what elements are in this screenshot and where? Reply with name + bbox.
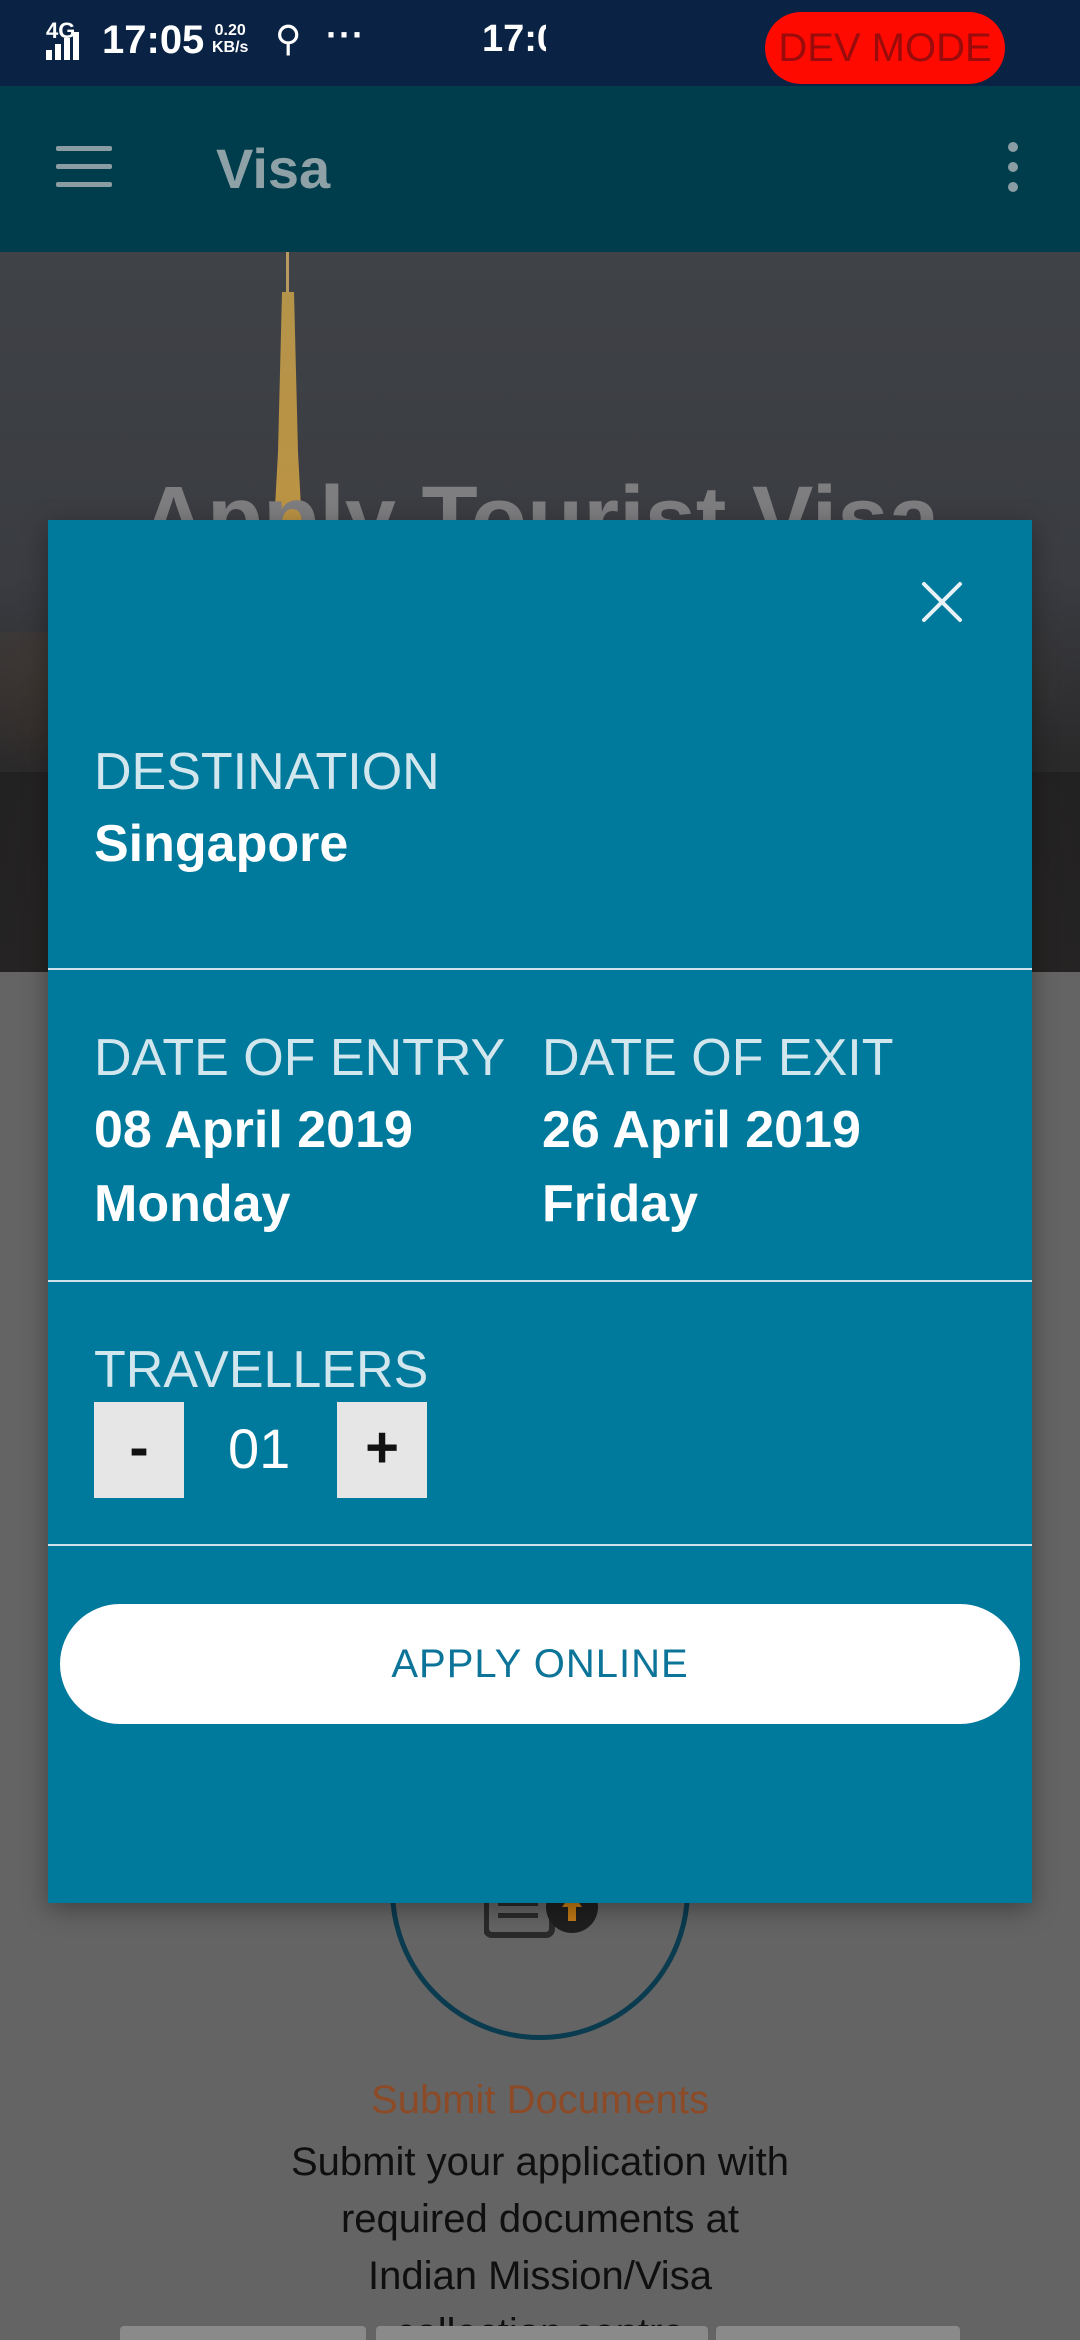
travellers-label: TRAVELLERS xyxy=(94,1341,429,1399)
date-of-exit-label: DATE OF EXIT xyxy=(542,1029,894,1087)
status-time: 17:05 xyxy=(102,18,205,62)
apply-online-button[interactable]: APPLY ONLINE xyxy=(60,1604,1020,1724)
date-of-exit-day: Friday xyxy=(542,1175,699,1233)
divider xyxy=(48,1544,1032,1546)
step-title: Submit Documents xyxy=(371,2078,709,2122)
date-of-entry-label: DATE OF ENTRY xyxy=(94,1029,506,1087)
network-speed: 0.20 KB/s xyxy=(212,22,248,56)
close-icon[interactable] xyxy=(920,580,964,624)
decrement-travellers-button[interactable]: - xyxy=(94,1402,184,1498)
date-of-entry-value[interactable]: 08 April 2019 xyxy=(94,1100,413,1160)
network-speed-value: 0.20 xyxy=(214,22,246,39)
date-of-exit-value[interactable]: 26 April 2019 xyxy=(542,1100,861,1160)
visa-search-dialog: DESTINATION Singapore DATE OF ENTRY 08 A… xyxy=(48,520,1032,1903)
network-speed-unit: KB/s xyxy=(212,39,249,56)
bottom-tabs xyxy=(0,2326,1080,2340)
network-type: 4G xyxy=(46,18,76,43)
more-notifications-icon: ··· xyxy=(326,14,365,55)
divider xyxy=(48,1280,1032,1282)
travellers-count: 01 xyxy=(228,1417,291,1480)
increment-travellers-button[interactable]: + xyxy=(337,1402,427,1498)
overflow-menu-icon[interactable] xyxy=(1006,142,1020,194)
menu-icon[interactable] xyxy=(56,146,112,188)
dev-mode-badge: DEV MODE xyxy=(765,12,1005,84)
app-bar: Visa xyxy=(0,86,1080,252)
step-description: Submit your application with required do… xyxy=(290,2140,790,2340)
usb-icon: ⚲ xyxy=(275,18,302,59)
page-title: Visa xyxy=(216,137,331,200)
destination-label: DESTINATION xyxy=(94,743,440,801)
destination-value[interactable]: Singapore xyxy=(94,814,348,874)
signal-icon: 4G xyxy=(46,18,80,60)
status-bar: 4G 17:05 0.20 KB/s ⚲ ··· 17:05 DEV MODE xyxy=(0,0,1080,86)
divider xyxy=(48,968,1032,970)
date-of-entry-day: Monday xyxy=(94,1175,291,1233)
status-time-overlay: 17:05 xyxy=(482,18,546,60)
